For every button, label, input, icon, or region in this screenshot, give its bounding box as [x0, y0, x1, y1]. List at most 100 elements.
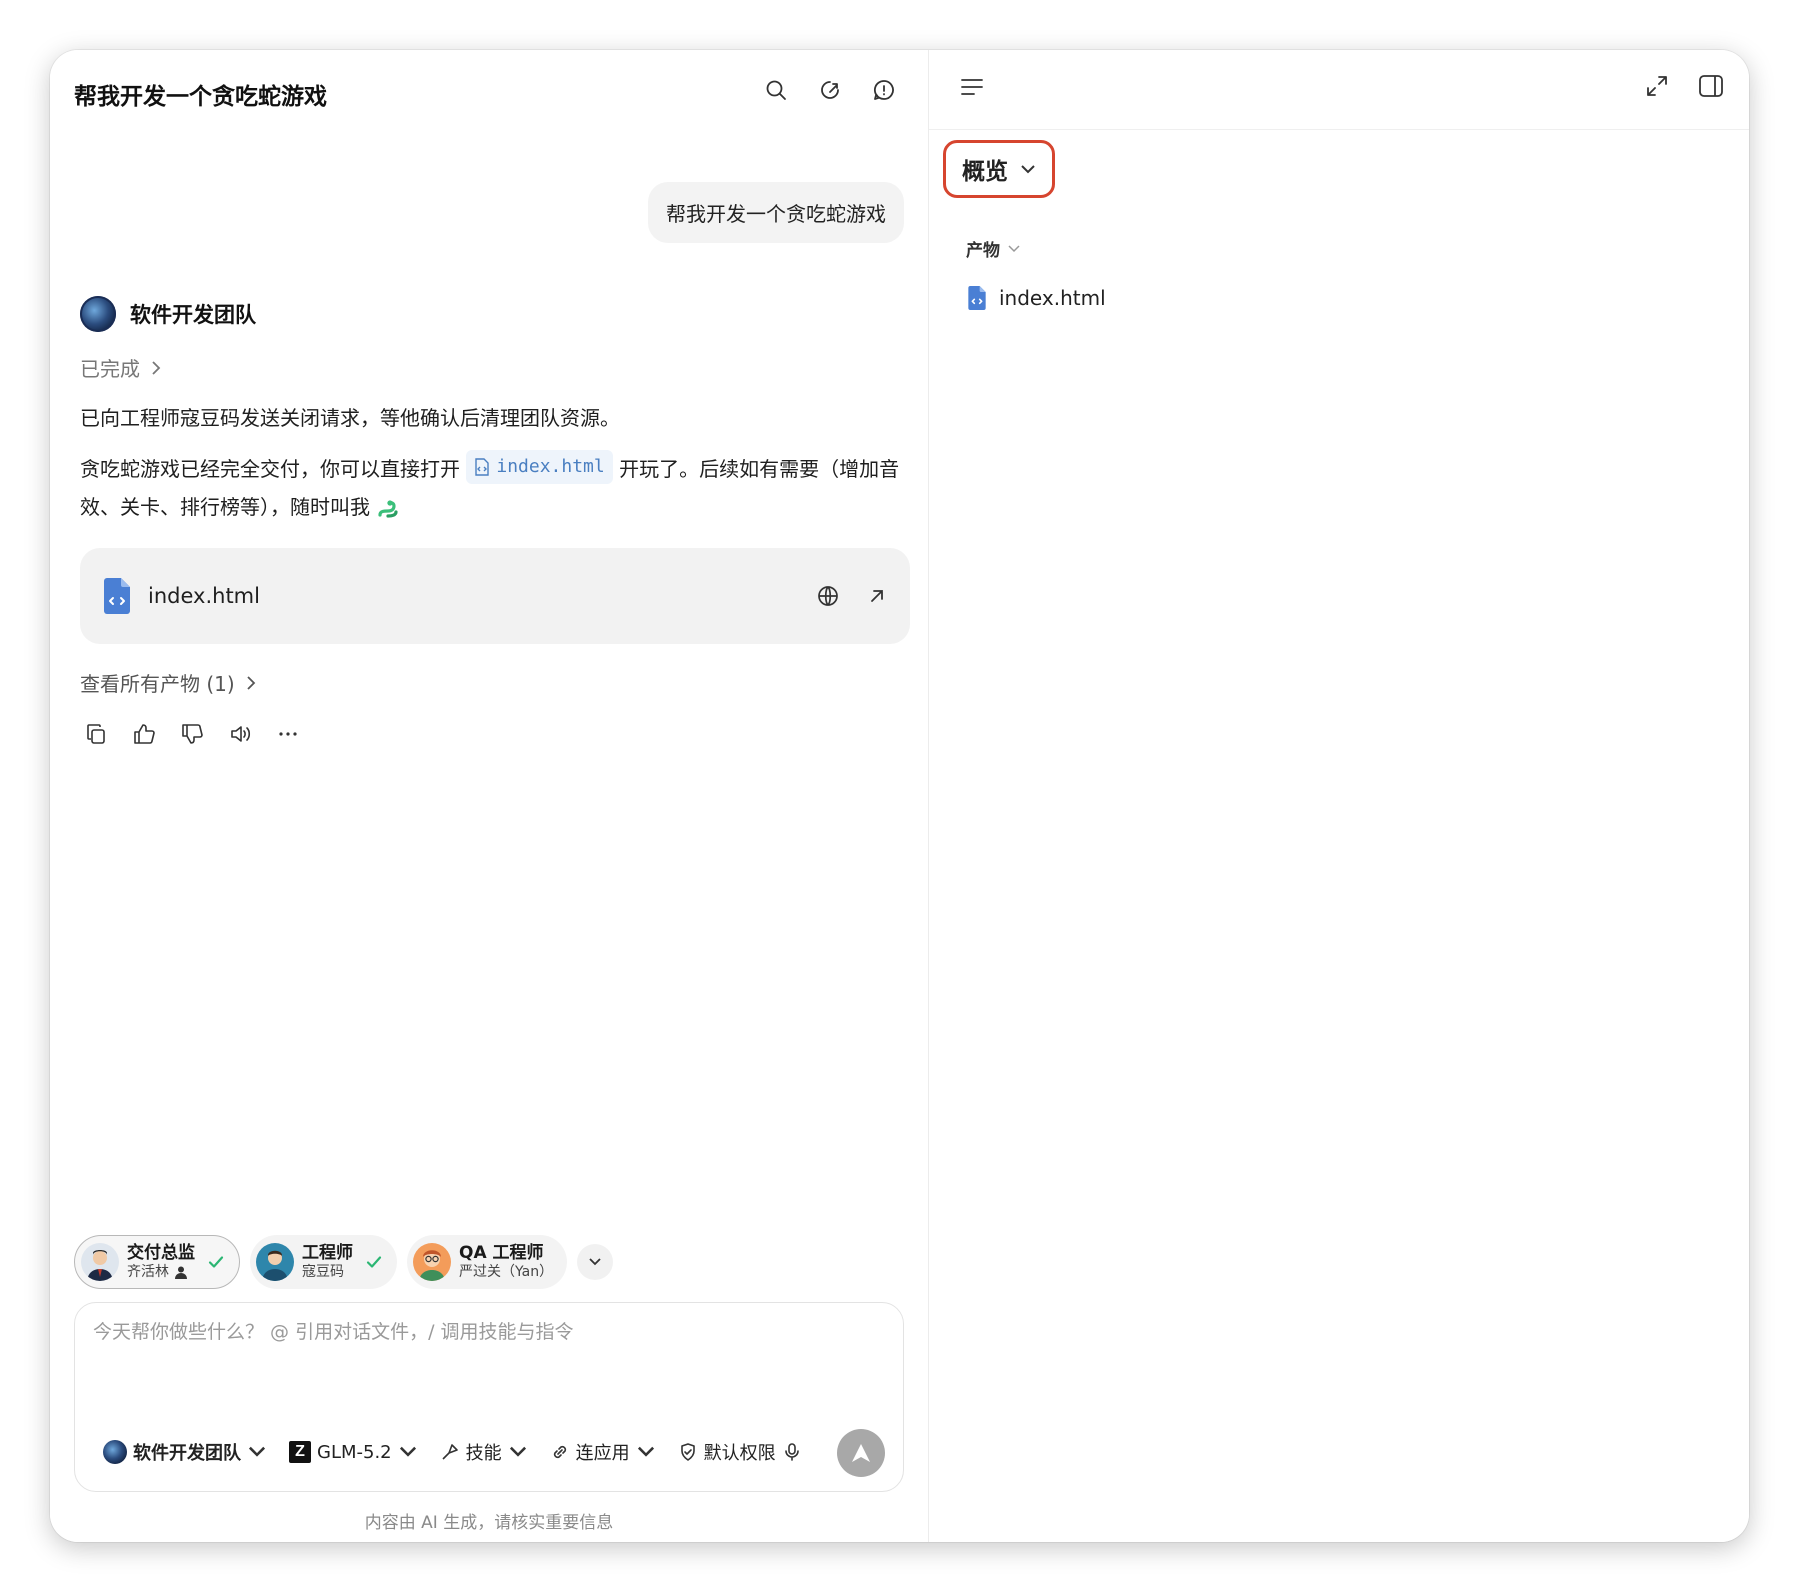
status-label: 已完成	[80, 357, 140, 381]
agent-avatar	[81, 1243, 119, 1281]
menu-icon[interactable]	[957, 72, 987, 102]
microphone-icon[interactable]	[782, 1442, 802, 1462]
agent-role: 交付总监	[127, 1243, 195, 1264]
ai-disclaimer: 内容由 AI 生成，请核实重要信息	[364, 1513, 614, 1533]
status-toggle[interactable]: 已完成	[80, 353, 162, 382]
agent-person: 齐活林	[127, 1264, 195, 1280]
agent-person-name: 齐活林	[127, 1263, 169, 1280]
search-icon	[766, 80, 786, 100]
user-icon	[175, 1266, 187, 1279]
thumbs-up-icon[interactable]	[132, 722, 156, 746]
agent-chip-engineer[interactable]: 工程师 寇豆码	[250, 1235, 397, 1289]
chevron-down-icon	[1008, 244, 1020, 252]
para2-text-before: 贪吃蛇游戏已经完全交付，你可以直接打开	[80, 457, 467, 482]
permission-label: 默认权限	[703, 1443, 776, 1464]
new-chat-button[interactable]	[816, 76, 844, 104]
history-button[interactable]	[870, 76, 898, 104]
globe-icon[interactable]	[816, 584, 840, 608]
agent-header: 软件开发团队	[80, 296, 256, 332]
conversation-title: 帮我开发一个贪吃蛇游戏	[74, 84, 327, 110]
agent-avatar	[413, 1243, 451, 1281]
connect-apps-selector[interactable]: 连应用	[550, 1439, 656, 1465]
message-actions	[84, 722, 300, 746]
user-message: 帮我开发一个贪吃蛇游戏	[648, 182, 904, 243]
agent-chip-delivery[interactable]: 交付总监 齐活林	[74, 1235, 240, 1289]
chevron-down-icon	[399, 1446, 416, 1457]
open-external-icon[interactable]	[866, 585, 888, 607]
snake-emoji-icon	[378, 499, 398, 518]
more-agents-button[interactable]	[577, 1244, 614, 1280]
permission-selector[interactable]: 默认权限	[678, 1439, 802, 1465]
inline-file-name: index.html	[496, 456, 605, 477]
send-arrow-icon	[852, 1444, 870, 1462]
file-card[interactable]: index.html	[80, 548, 910, 644]
team-avatar	[80, 296, 116, 332]
thumbs-down-icon[interactable]	[180, 722, 204, 746]
history-icon	[873, 80, 894, 100]
speaker-icon[interactable]	[228, 722, 252, 746]
view-all-artifacts-link[interactable]: 查看所有产物 (1)	[80, 668, 257, 697]
check-icon	[366, 1256, 382, 1268]
model-selector[interactable]: Z GLM-5.2	[289, 1441, 418, 1463]
artifacts-section-label: 产物	[966, 241, 1000, 261]
team-selector-label: 软件开发团队	[133, 1443, 241, 1464]
agent-chip-text: 工程师 寇豆码	[302, 1244, 353, 1280]
panel-toggle-icon[interactable]	[1697, 72, 1725, 100]
app-window: 帮我开发一个贪吃蛇游戏 帮我开发一个贪吃蛇游戏 软件开发团队 已完成 已向工程师…	[50, 50, 1749, 1542]
response-paragraph-2: 贪吃蛇游戏已经完全交付，你可以直接打开 index.html 开玩了。后续如有需…	[80, 450, 900, 526]
zhipu-logo-icon: Z	[289, 1441, 311, 1463]
chevron-down-icon	[509, 1446, 526, 1457]
skills-selector[interactable]: 技能	[440, 1439, 528, 1465]
chevron-right-icon	[247, 675, 255, 690]
chat-pane: 帮我开发一个贪吃蛇游戏 帮我开发一个贪吃蛇游戏 软件开发团队 已完成 已向工程师…	[50, 50, 928, 1542]
expand-icon[interactable]	[1643, 72, 1671, 100]
agent-person-name: 寇豆码	[302, 1263, 344, 1280]
header-divider	[929, 129, 1749, 130]
chevron-down-icon	[589, 1258, 601, 1266]
agent-avatar	[256, 1243, 294, 1281]
more-icon[interactable]	[276, 722, 300, 746]
skills-icon	[442, 1444, 458, 1460]
header-actions	[762, 76, 898, 104]
agent-name: 软件开发团队	[130, 303, 256, 327]
html-file-icon	[104, 578, 130, 614]
chevron-down-icon	[637, 1446, 654, 1457]
send-button[interactable]	[837, 1429, 885, 1477]
new-chat-icon	[821, 81, 839, 99]
agent-chip-text: 交付总监 齐活林	[127, 1244, 195, 1280]
model-label: GLM-5.2	[317, 1441, 392, 1463]
agent-role: QA 工程师	[459, 1243, 544, 1264]
message-input[interactable]	[93, 1317, 883, 1407]
team-avatar	[103, 1440, 127, 1464]
file-card-name: index.html	[148, 584, 260, 608]
link-icon	[553, 1445, 566, 1459]
artifact-file-name: index.html	[999, 286, 1106, 310]
overview-dropdown[interactable]: 概览	[943, 140, 1055, 198]
chevron-right-icon	[152, 360, 161, 375]
artifact-file-item[interactable]: index.html	[967, 286, 1106, 310]
html-file-icon	[968, 286, 986, 310]
artifact-pane: 概览 产物 index.html	[929, 50, 1749, 1542]
chevron-down-icon	[1021, 165, 1035, 174]
artifacts-section-toggle[interactable]: 产物	[966, 236, 1020, 261]
team-selector[interactable]: 软件开发团队	[103, 1439, 267, 1465]
file-card-actions	[816, 584, 888, 608]
response-paragraph-1: 已向工程师寇豆码发送关闭请求，等他确认后清理团队资源。	[80, 406, 620, 430]
agent-chip-qa[interactable]: QA 工程师 严过关（Yan）	[407, 1235, 568, 1289]
shield-check-icon	[680, 1443, 695, 1461]
skills-label: 技能	[465, 1443, 502, 1464]
inline-file-link[interactable]: index.html	[466, 450, 613, 485]
copy-icon[interactable]	[84, 722, 108, 746]
agent-chip-text: QA 工程师 严过关（Yan）	[459, 1244, 553, 1280]
overview-label: 概览	[962, 159, 1008, 185]
check-icon	[208, 1256, 224, 1268]
composer-toolbar: 软件开发团队 Z GLM-5.2 技能 连应用 默认权限	[103, 1426, 885, 1478]
chevron-down-icon	[248, 1446, 266, 1457]
composer: 软件开发团队 Z GLM-5.2 技能 连应用	[74, 1302, 904, 1492]
agent-person-name: 严过关（Yan）	[459, 1263, 554, 1280]
agents-bar: 交付总监 齐活林 工程师 寇豆码 QA 工程师 严过关（Yan）	[74, 1235, 614, 1289]
agent-role: 工程师	[302, 1243, 353, 1264]
file-code-icon	[475, 458, 490, 476]
connect-apps-label: 连应用	[575, 1443, 630, 1464]
search-button[interactable]	[762, 76, 790, 104]
